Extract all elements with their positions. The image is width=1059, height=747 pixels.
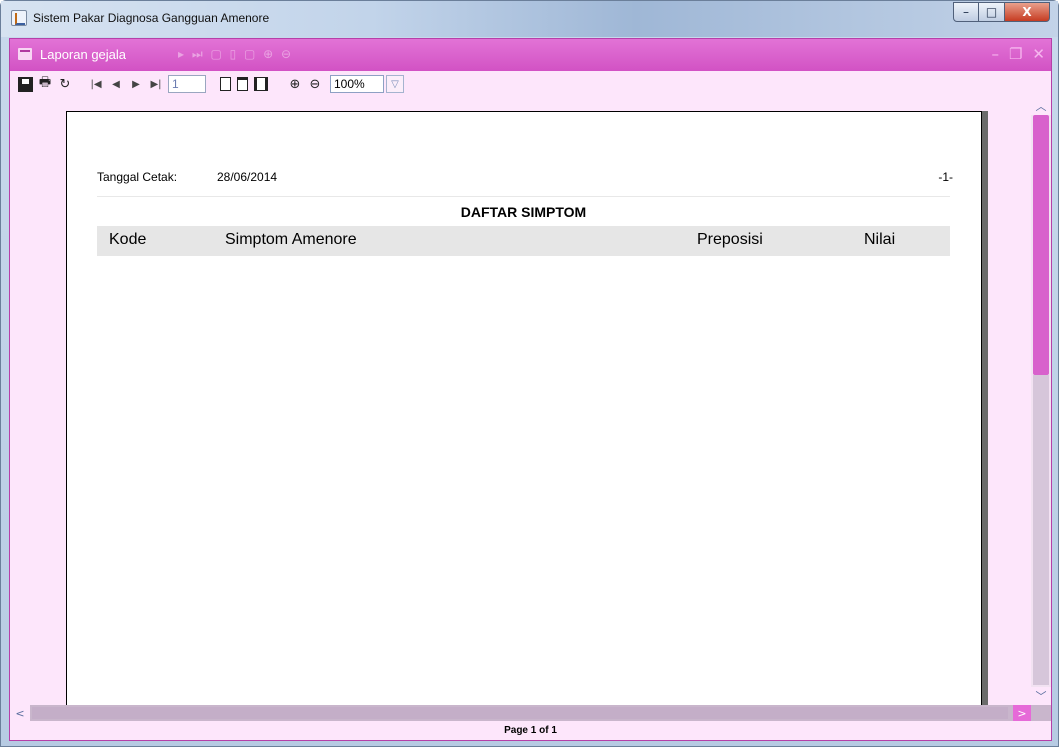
main-window: Sistem Pakar Diagnosa Gangguan Amenore –… [0, 0, 1059, 747]
save-icon [17, 76, 33, 92]
viewer-toolbar: 🖶 ↻ |◀ ◀ ▶ ▶| ⊕ ⊖ ▽ [10, 71, 1051, 97]
fit-page-button[interactable] [237, 74, 254, 94]
last-page-button[interactable]: ▶| [148, 74, 164, 94]
window-controls: – □ X [953, 2, 1050, 22]
column-header-preposisi: Preposisi [697, 231, 763, 248]
chevron-down-icon: ▽ [391, 78, 399, 90]
toolbar-separator [274, 74, 286, 94]
column-header-kode: Kode [109, 231, 147, 248]
chevron-left-icon: < [15, 706, 25, 720]
internal-frame-title: Laporan gejala [40, 47, 127, 62]
window-close-button[interactable]: X [1005, 2, 1050, 22]
page-number-input[interactable] [168, 75, 206, 93]
report-internal-frame: Laporan gejala ▸ ⏭ ▢ ▯ ▢ ⊕ ⊖ – ❐ ✕ 🖶 ↻ |… [9, 38, 1052, 741]
scroll-right-button[interactable]: > [1013, 705, 1031, 721]
window-titlebar[interactable]: Sistem Pakar Diagnosa Gangguan Amenore –… [1, 1, 1058, 37]
report-page: Tanggal Cetak: 28/06/2014 -1- DAFTAR SIM… [66, 111, 982, 705]
next-page-icon: ▶ [132, 78, 140, 90]
report-title: DAFTAR SIMPTOM [97, 196, 950, 226]
first-page-button[interactable]: |◀ [88, 74, 104, 94]
zoom-in-button[interactable]: ⊕ [286, 74, 304, 94]
save-button[interactable] [16, 74, 34, 94]
first-page-icon: |◀ [90, 78, 102, 90]
fit-width-button[interactable] [254, 74, 274, 94]
status-bar: Page 1 of 1 [10, 721, 1051, 740]
internal-frame-titlebar[interactable]: Laporan gejala ▸ ⏭ ▢ ▯ ▢ ⊕ ⊖ – ❐ ✕ [10, 39, 1051, 71]
column-header-simptom: Simptom Amenore [225, 231, 357, 248]
chevron-right-icon: > [1017, 706, 1027, 720]
vertical-scrollbar[interactable]: ︿ ﹀ [1031, 97, 1051, 705]
toolbar-separator [76, 74, 88, 94]
zoom-combo-input[interactable] [330, 75, 384, 93]
java-app-icon [11, 10, 27, 26]
frame-restore-button[interactable]: ❐ [1009, 45, 1022, 63]
actual-size-button[interactable] [220, 74, 237, 94]
reload-button[interactable]: ↻ [56, 74, 74, 94]
frame-close-button[interactable]: ✕ [1032, 45, 1045, 63]
next-page-button[interactable]: ▶ [128, 74, 144, 94]
page-indicator: Page 1 of 1 [504, 725, 557, 736]
zoom-in-icon: ⊕ [289, 76, 301, 92]
chevron-up-icon: ︿ [1035, 100, 1047, 113]
report-column-header: Kode Simptom Amenore Preposisi Nilai [97, 226, 950, 256]
window-maximize-button[interactable]: □ [979, 2, 1005, 22]
ghost-toolbar-reflection: ▸ ⏭ ▢ ▯ ▢ ⊕ ⊖ [178, 47, 294, 61]
scroll-left-button[interactable]: < [10, 705, 30, 721]
window-title: Sistem Pakar Diagnosa Gangguan Amenore [33, 11, 270, 25]
window-minimize-button[interactable]: – [953, 2, 979, 22]
fit-page-icon [237, 77, 248, 91]
zoom-out-button[interactable]: ⊖ [306, 74, 324, 94]
internal-frame-controls: – ❐ ✕ [991, 45, 1045, 63]
zoom-out-icon: ⊖ [309, 76, 321, 92]
print-icon: 🖶 [38, 75, 52, 90]
column-header-nilai: Nilai [864, 231, 896, 248]
horizontal-scrollbar[interactable]: < > [10, 705, 1051, 721]
frame-icon [18, 48, 32, 60]
print-button[interactable]: 🖶 [36, 74, 54, 94]
report-page-marker: -1- [938, 170, 953, 184]
frame-minimize-button[interactable]: – [991, 45, 999, 63]
horizontal-scroll-thumb[interactable] [32, 707, 1008, 719]
actual-size-icon [220, 77, 231, 91]
print-date-label: Tanggal Cetak: [97, 170, 178, 184]
scroll-down-button[interactable]: ﹀ [1031, 687, 1051, 705]
prev-page-icon: ◀ [112, 78, 120, 90]
last-page-icon: ▶| [150, 78, 162, 90]
report-viewer[interactable]: Tanggal Cetak: 28/06/2014 -1- DAFTAR SIM… [10, 97, 1051, 705]
prev-page-button[interactable]: ◀ [108, 74, 124, 94]
print-date-value: 28/06/2014 [217, 170, 278, 184]
reload-icon: ↻ [59, 76, 71, 92]
fit-width-icon [254, 77, 268, 91]
vertical-scroll-thumb[interactable] [1033, 115, 1049, 375]
chevron-down-icon: ﹀ [1035, 690, 1047, 703]
zoom-dropdown-button[interactable]: ▽ [386, 75, 404, 93]
vertical-scroll-track[interactable] [1033, 375, 1049, 685]
scroll-up-button[interactable]: ︿ [1031, 97, 1051, 115]
